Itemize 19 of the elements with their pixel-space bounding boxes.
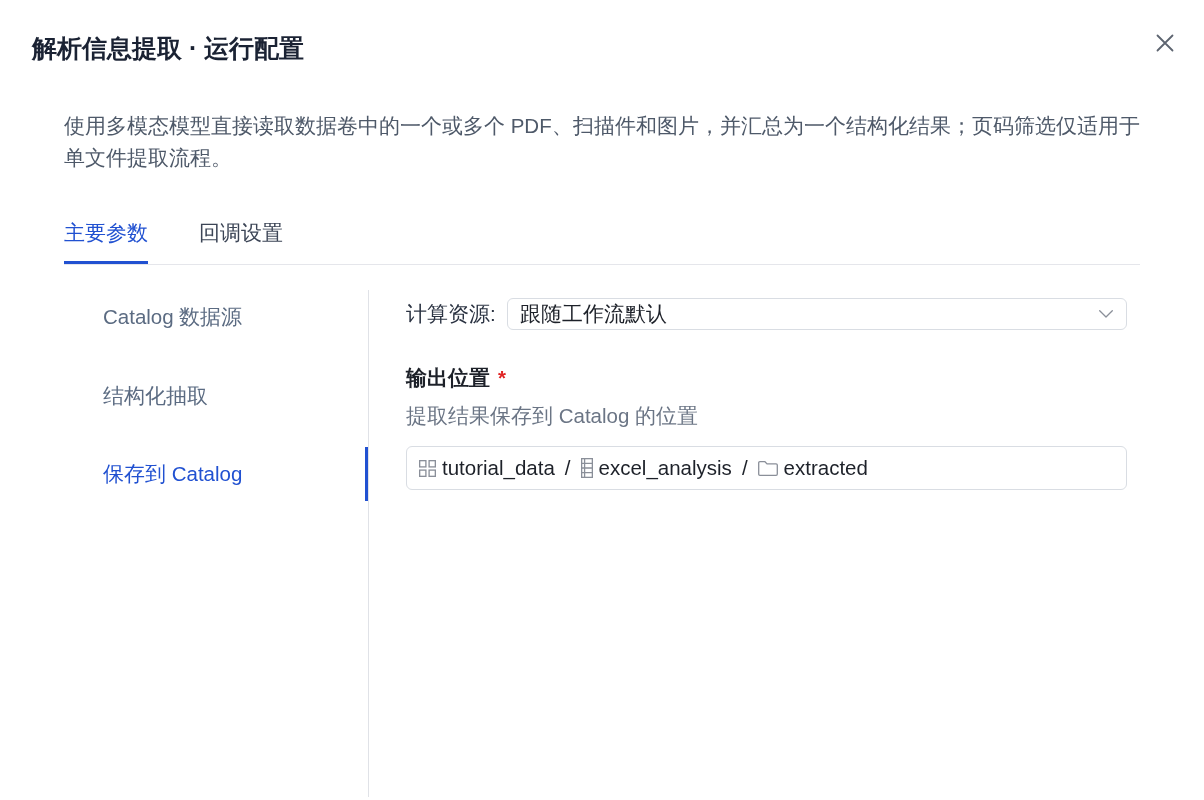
close-icon [1156, 34, 1174, 52]
sidebar-item[interactable]: 结构化抽取 [64, 368, 368, 423]
folder-icon [757, 460, 778, 476]
table-icon [580, 458, 593, 478]
tab[interactable]: 回调设置 [199, 219, 283, 264]
field-label: 计算资源: [406, 301, 496, 327]
sidebar-item[interactable]: Catalog 数据源 [64, 290, 368, 344]
description-text: 使用多模态模型直接读取数据卷中的一个或多个 PDF、扫描件和图片，并汇总为一个结构化结果；页码筛选仅适用于单文件提取流程。 [64, 113, 1141, 171]
chevron-down-icon [1099, 310, 1113, 318]
sidebar-item[interactable]: 保存到 Catalog [64, 447, 368, 501]
dropdown-select[interactable]: 跟随工作流默认 [506, 298, 1127, 330]
section-label: 输出位置 [406, 365, 490, 391]
path-field[interactable]: tutorial_data / excel_analysis / extracted [406, 446, 1127, 490]
helper-text: 提取结果保存到 Catalog 的位置 [406, 403, 700, 429]
tab[interactable]: 主要参数 [64, 219, 148, 264]
close-button[interactable] [1154, 32, 1176, 54]
dialog-title: 解析信息提取 · 运行配置 [32, 33, 305, 64]
required-mark: * [498, 365, 506, 391]
grid-icon [419, 459, 436, 477]
